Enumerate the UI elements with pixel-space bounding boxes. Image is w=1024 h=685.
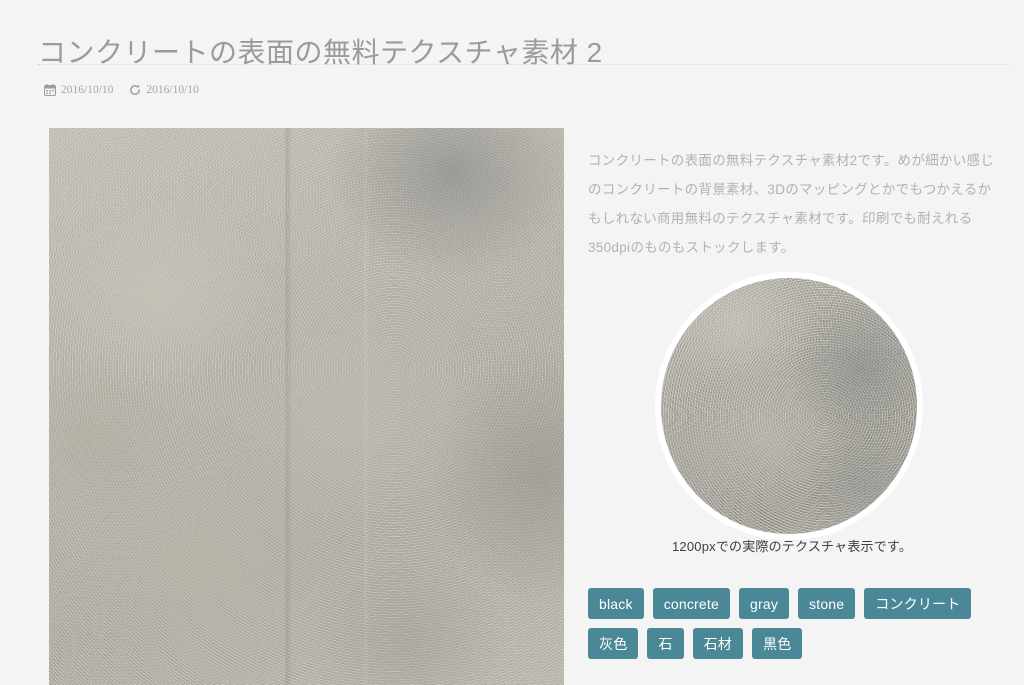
tag-chip[interactable]: gray [738, 588, 790, 619]
tag-chip[interactable]: stone [798, 588, 856, 619]
texture-preview-circle[interactable] [655, 272, 923, 540]
post-description: コンクリートの表面の無料テクスチャ素材2です。めが細かい感じのコンクリートの背景… [588, 152, 995, 255]
circle-texture-image[interactable] [661, 278, 917, 534]
article-page: コンクリートの表面の無料テクスチャ素材 2 2016/10/10 2016/10… [0, 0, 1024, 685]
tag-chip[interactable]: コンクリート [864, 588, 972, 619]
tag-chip[interactable]: 灰色 [588, 628, 639, 659]
title-divider [38, 64, 1010, 66]
post-meta: 2016/10/10 2016/10/10 [44, 82, 199, 98]
tag-chip[interactable]: 石 [647, 628, 684, 659]
tag-chip[interactable]: concrete [652, 588, 730, 619]
tag-chip[interactable]: 石材 [692, 628, 744, 659]
tag-chip[interactable]: black [588, 588, 644, 619]
published-date: 2016/10/10 [61, 84, 114, 96]
tag-list: black concrete gray stone コンクリート灰色石石材 黒色 [588, 588, 1008, 659]
page-title: コンクリートの表面の無料テクスチャ素材 2 [38, 36, 603, 68]
refresh-icon [129, 84, 141, 96]
preview-caption: 1200pxでの実際のテクスチャ表示です。 [671, 539, 913, 554]
updated-date-item: 2016/10/10 [129, 84, 199, 96]
published-date-item: 2016/10/10 [44, 84, 113, 96]
updated-date: 2016/10/10 [146, 84, 199, 96]
calendar-icon [44, 84, 56, 96]
tag-chip[interactable]: 黒色 [752, 628, 803, 659]
main-texture-image[interactable] [49, 128, 564, 685]
